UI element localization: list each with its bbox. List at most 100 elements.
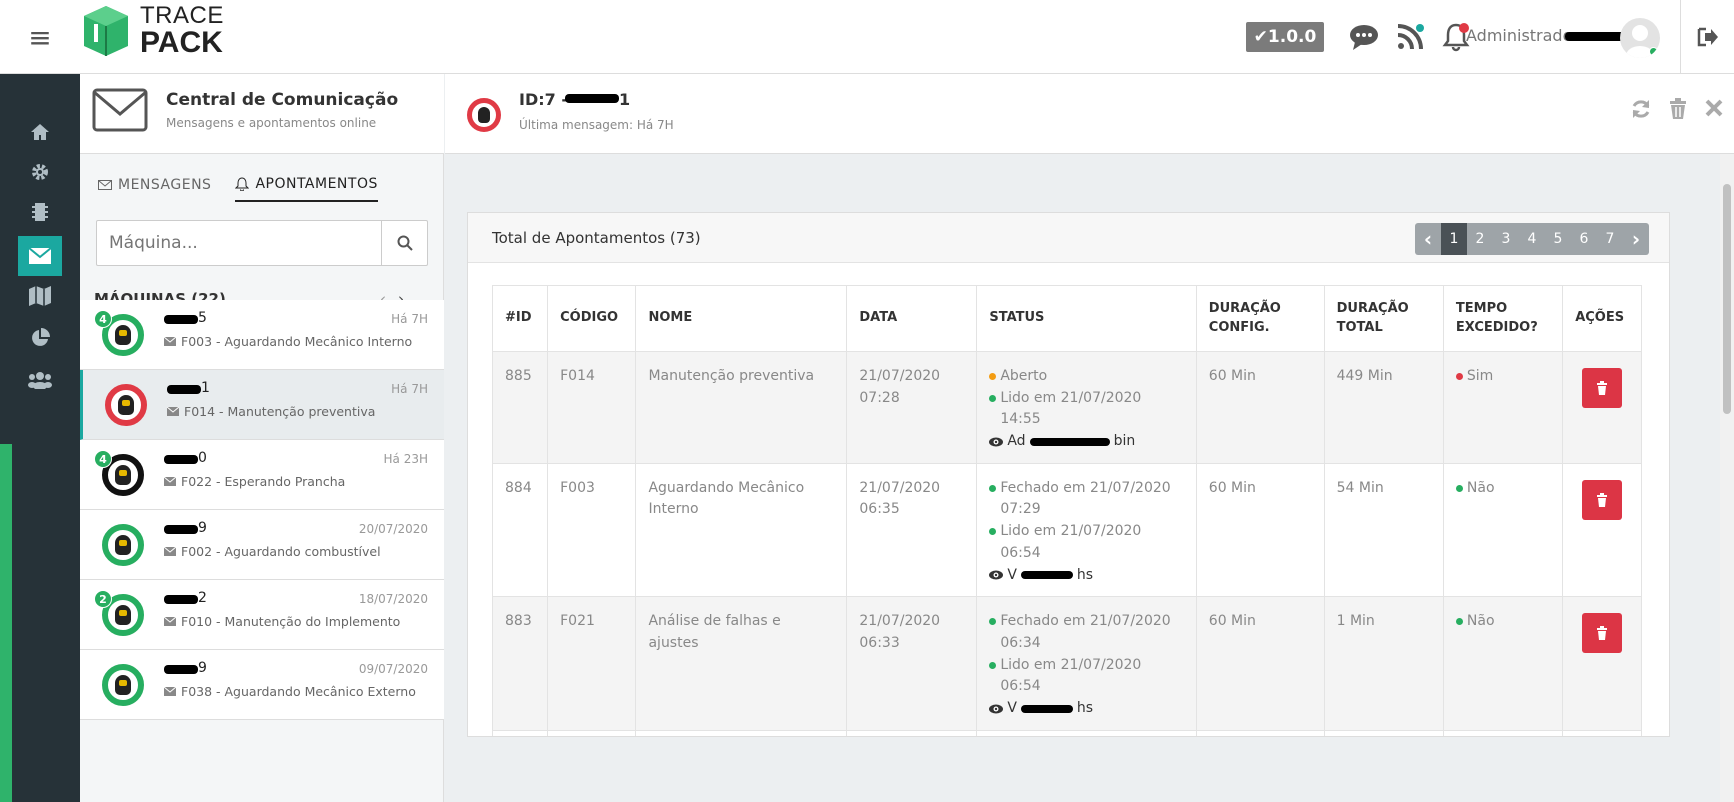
pagination-page[interactable]: 2 — [1467, 223, 1493, 255]
table-row[interactable]: 885 F014 Manutenção preventiva 21/07/2020 07… — [491, 351, 1642, 464]
conversation-last-message: F022 - Esperando Prancha — [164, 474, 345, 489]
check-icon: ✔ — [1253, 27, 1268, 47]
conversation-item[interactable]: 4 0 Há 23H F022 - Esperando Prancha — [80, 440, 444, 510]
machine-avatar — [102, 524, 144, 566]
table-row[interactable]: 874F003Aguardando Mecânico Interno20/07/… — [491, 729, 1642, 736]
read-by: Vhs — [989, 698, 1183, 720]
nav-users-icon[interactable] — [18, 360, 62, 400]
delete-button[interactable] — [1582, 479, 1623, 520]
communication-subtitle: Mensagens e apontamentos online — [166, 116, 377, 130]
version-badge: ✔ 1.0.0 — [1246, 22, 1324, 52]
cell-name: Análise de falhas e ajustes — [635, 596, 848, 731]
scrollbar-thumb[interactable] — [1723, 184, 1731, 414]
pagination-page[interactable]: 7 — [1597, 223, 1623, 255]
cell-date: 21/07/2020 07:28 — [846, 351, 978, 464]
machine-name-suffix: 0 — [198, 450, 207, 466]
machine-avatar — [102, 664, 144, 706]
pagination-page[interactable]: 5 — [1545, 223, 1571, 255]
conversation-item[interactable]: 4 5 Há 7H F003 - Aguardando Mecânico Intern… — [80, 300, 444, 370]
date-value: 21/07/2020 — [859, 613, 941, 630]
conversation-last-message: F038 - Aguardando Mecânico Externo — [164, 684, 416, 699]
cell-code: F014 — [547, 351, 637, 464]
pagination-next-icon[interactable]: › — [1623, 223, 1649, 255]
delete-button[interactable] — [1582, 368, 1623, 408]
table-row[interactable]: 883 F021 Análise de falhas e ajustes 21/07/… — [491, 596, 1642, 731]
conversation-time: 09/07/2020 — [358, 662, 428, 676]
tab-notes[interactable]: APONTAMENTOS — [235, 176, 378, 202]
cell-date: 20/07/202006:59 — [846, 729, 978, 736]
page-scrollbar[interactable] — [1720, 154, 1734, 802]
cell-total-duration: 10 Min — [1323, 729, 1444, 736]
conversation-item[interactable]: 9 09/07/2020 F038 - Aguardando Mecânico Ex… — [80, 650, 444, 720]
column-header: DURAÇÃO CONFIG. — [1195, 285, 1325, 352]
nav-envelope-icon[interactable] — [18, 236, 62, 276]
machine-name-suffix: 1 — [201, 380, 210, 396]
logo-box-icon — [84, 6, 128, 56]
nav-chip-icon[interactable] — [18, 192, 62, 232]
read-by: Ad bin — [989, 431, 1183, 453]
search-icon[interactable] — [381, 221, 427, 265]
notes-table: #ID CÓDIGO NOME DATA STATUS DURAÇÃO CONFIG. DU… — [491, 285, 1642, 736]
cell-config-duration: 60 Min — [1195, 596, 1325, 731]
pagination-page[interactable]: 1 — [1441, 223, 1467, 255]
pagination-page[interactable]: 4 — [1519, 223, 1545, 255]
hamburger-menu-icon[interactable]: ≡ — [0, 0, 80, 74]
pagination-prev-icon[interactable]: ‹ — [1415, 223, 1441, 255]
redacted-user-name — [1565, 32, 1627, 41]
online-status-dot — [1649, 47, 1658, 56]
redacted-machine-name — [164, 594, 198, 604]
pagination-page[interactable]: 6 — [1571, 223, 1597, 255]
notes-pagination: ‹ 1 2 3 4 5 6 7 › — [1415, 223, 1649, 255]
cell-total-duration: 449 Min — [1323, 351, 1444, 464]
conversation-item[interactable]: 9 20/07/2020 F002 - Aguardando combustível — [80, 510, 444, 580]
redacted-machine-name — [164, 664, 198, 674]
refresh-icon[interactable] — [1630, 98, 1652, 120]
nav-home-icon[interactable] — [18, 112, 62, 152]
reader-name-start: V — [1007, 566, 1017, 583]
machine-name-suffix: 2 — [198, 590, 207, 606]
redacted-machine-name — [164, 314, 198, 324]
column-header: DATA — [846, 285, 978, 352]
envelope-small-icon — [164, 617, 176, 626]
redacted-reader-name — [1020, 571, 1073, 580]
conversation-message-text: F014 - Manutenção preventiva — [184, 404, 376, 419]
delete-button[interactable] — [1582, 613, 1623, 654]
table-row[interactable]: 884 F003 Aguardando Mecânico Interno 21/07/… — [491, 462, 1642, 598]
close-icon[interactable] — [1704, 98, 1724, 118]
cell-status: Fechado em 20/07/2020 07:10 — [976, 729, 1197, 736]
tab-messages-label: MENSAGENS — [118, 177, 212, 193]
bell-small-icon — [235, 177, 250, 191]
notes-card: Total de Apontamentos (73) ‹ 1 2 3 4 5 6 7 › #ID… — [467, 212, 1670, 737]
app-logo[interactable]: TRACE PACK — [82, 4, 224, 58]
chat-bubble-icon[interactable] — [1344, 20, 1384, 54]
cell-date: 21/07/2020 06:35 — [846, 462, 978, 598]
nav-pie-chart-icon[interactable] — [18, 318, 62, 358]
communication-panel: Central de Comunicação Mensagens e apont… — [80, 74, 444, 802]
user-avatar[interactable] — [1620, 18, 1660, 58]
conversation-item[interactable]: 2 2 18/07/2020 F010 - Manutenção do Impleme… — [80, 580, 444, 650]
eye-icon — [989, 437, 1004, 447]
nav-map-icon[interactable] — [18, 276, 62, 316]
trash-icon[interactable] — [1668, 98, 1688, 120]
pagination-page[interactable]: 3 — [1493, 223, 1519, 255]
user-name[interactable]: Administrador — [1466, 26, 1579, 45]
reader-name-end: hs — [1076, 566, 1094, 583]
nav-gear-icon[interactable] — [18, 152, 62, 192]
cell-code: F021 — [547, 596, 637, 731]
tab-messages[interactable]: MENSAGENS — [98, 176, 211, 202]
machine-search-input[interactable] — [97, 221, 377, 265]
machine-name-suffix: 9 — [198, 660, 207, 676]
conversation-last-message: F014 - Manutenção preventiva — [167, 404, 375, 419]
envelope-small-icon — [98, 180, 112, 190]
logout-icon[interactable] — [1680, 0, 1734, 74]
read-by: Vhs — [989, 565, 1183, 587]
cell-status: Fechado em 21/07/2020 07:29 Lido em 21/07… — [976, 462, 1197, 598]
cell-exceeded: Sim — [1442, 351, 1564, 464]
conversation-item[interactable]: 1 Há 7H F014 - Manutenção preventiva — [80, 370, 444, 440]
chat-actions — [1630, 98, 1724, 120]
cell-exceeded: Não — [1442, 596, 1564, 731]
conversation-time: Há 7H — [391, 312, 428, 326]
cell-status: Fechado em 21/07/2020 06:34 Lido em 21/07… — [976, 596, 1197, 731]
exceeded-value: Não — [1466, 613, 1495, 630]
rss-feed-icon[interactable] — [1392, 20, 1428, 54]
